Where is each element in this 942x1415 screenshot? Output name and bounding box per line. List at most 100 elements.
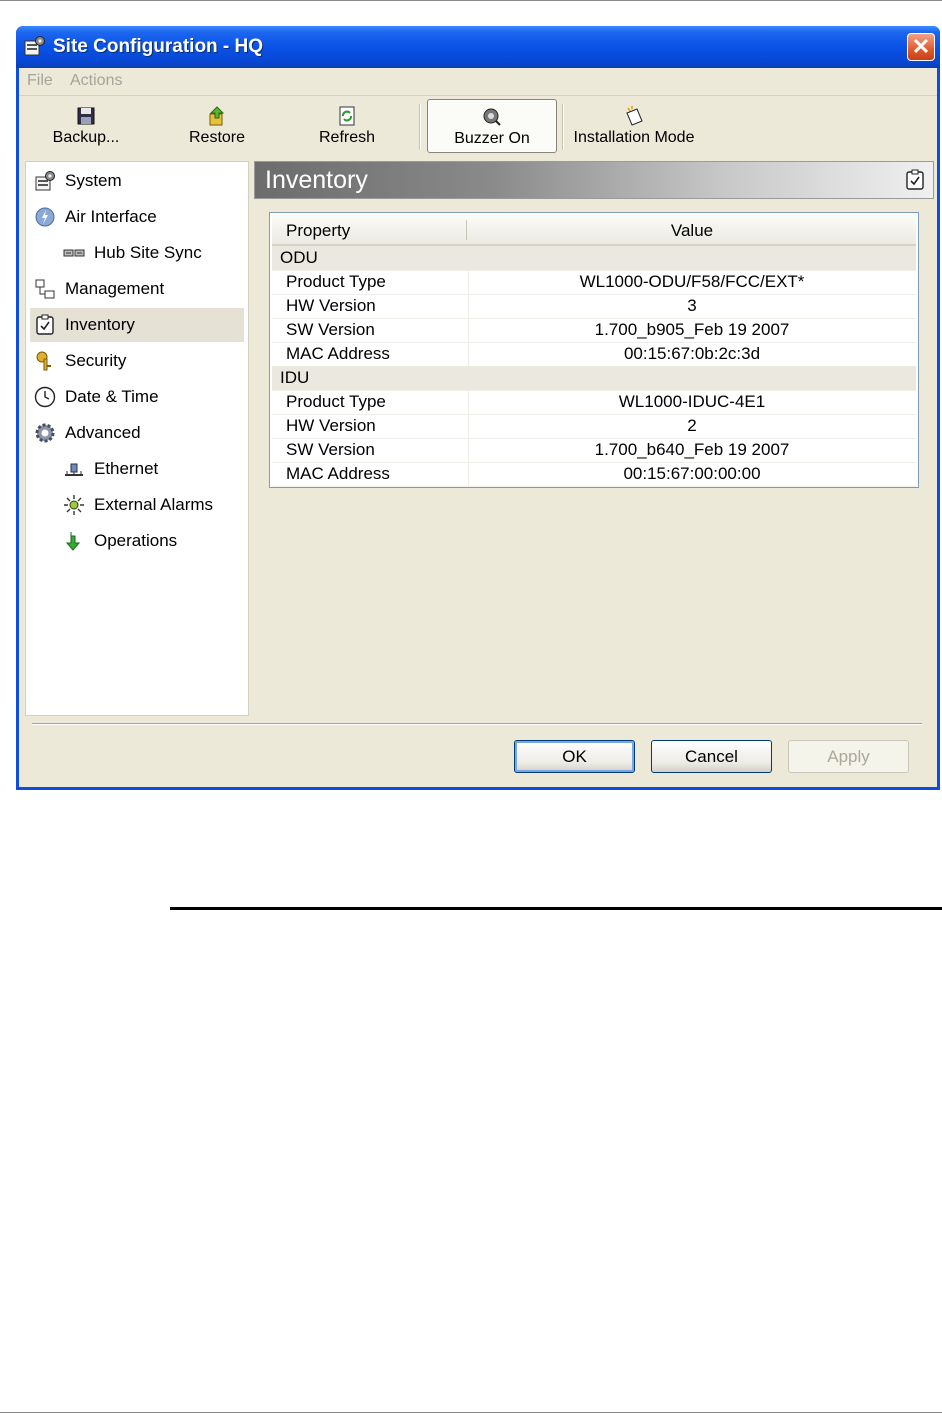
sidebar-item-hub-site-sync[interactable]: Hub Site Sync xyxy=(63,236,243,270)
page-bottom-rule xyxy=(0,1412,942,1413)
refresh-icon xyxy=(339,106,355,126)
hub-sync-icon xyxy=(63,249,85,257)
column-header-property[interactable]: Property xyxy=(286,221,350,241)
menu-actions[interactable]: Actions xyxy=(70,72,122,90)
restore-button[interactable]: Restore xyxy=(177,99,257,153)
installation-mode-label: Installation Mode xyxy=(573,129,695,146)
apply-button[interactable]: Apply xyxy=(788,740,909,773)
ethernet-icon xyxy=(65,463,83,476)
backup-label: Backup... xyxy=(52,129,120,146)
sidebar-item-label: Date & Time xyxy=(65,387,159,406)
table-row[interactable]: Product Type WL1000-IDUC-4E1 xyxy=(272,390,916,415)
clock-icon xyxy=(34,386,56,408)
operations-icon xyxy=(65,532,81,551)
table-row[interactable]: SW Version 1.700_b905_Feb 19 2007 xyxy=(272,318,916,343)
installation-mode-button[interactable]: Installation Mode xyxy=(569,99,699,153)
property-cell: Product Type xyxy=(286,272,386,291)
toolbar-separator xyxy=(419,104,421,150)
sidebar-item-inventory[interactable]: Inventory xyxy=(30,308,244,342)
restore-icon xyxy=(209,106,225,126)
table-row[interactable]: HW Version 3 xyxy=(272,294,916,319)
alarm-icon xyxy=(64,495,84,515)
buzzer-button[interactable]: Buzzer On xyxy=(427,99,557,153)
value-cell: 2 xyxy=(687,416,697,435)
sidebar-item-label: Security xyxy=(65,351,127,370)
restore-label: Restore xyxy=(188,129,246,146)
group-name: ODU xyxy=(280,248,318,267)
sidebar-item-air-interface[interactable]: Air Interface xyxy=(34,200,244,234)
sidebar-item-operations[interactable]: Operations xyxy=(63,524,243,558)
value-cell: 1.700_b905_Feb 19 2007 xyxy=(594,320,790,339)
air-interface-icon xyxy=(35,207,55,227)
property-cell: MAC Address xyxy=(286,344,390,363)
sidebar-item-label: Management xyxy=(65,279,165,298)
sidebar-item-security[interactable]: Security xyxy=(34,344,244,378)
table-group-row[interactable]: ODU xyxy=(272,246,916,271)
sidebar-item-label: Ethernet xyxy=(94,459,159,478)
backup-button[interactable]: Backup... xyxy=(41,99,131,153)
ok-button[interactable]: OK xyxy=(514,740,635,773)
inventory-icon xyxy=(36,314,54,335)
column-divider[interactable] xyxy=(466,220,467,240)
table-row[interactable]: MAC Address 00:15:67:0b:2c:3d xyxy=(272,342,916,367)
table-row[interactable]: HW Version 2 xyxy=(272,414,916,439)
value-cell: 1.700_b640_Feb 19 2007 xyxy=(594,440,790,459)
close-button[interactable]: ✕ xyxy=(907,33,935,61)
table-header: Property Value xyxy=(272,215,916,246)
inventory-table: Property Value ODU Product Type WL1000-O… xyxy=(269,212,919,488)
sidebar-item-ethernet[interactable]: Ethernet xyxy=(63,452,243,486)
window-client: File Actions Backup... Restore Refresh B… xyxy=(19,68,937,787)
window-title: Site Configuration - HQ xyxy=(53,36,264,57)
property-cell: SW Version xyxy=(286,320,375,339)
table-row[interactable]: MAC Address 00:15:67:00:00:00 xyxy=(272,462,916,487)
buzzer-icon xyxy=(483,108,501,126)
refresh-button[interactable]: Refresh xyxy=(307,99,387,153)
group-name: IDU xyxy=(280,368,310,387)
site-configuration-window: Site Configuration - HQ ✕ File Actions B… xyxy=(16,26,940,790)
sidebar-item-label: External Alarms xyxy=(94,495,214,514)
page-top-rule xyxy=(0,0,942,1)
sidebar-item-label: Operations xyxy=(94,531,178,550)
sidebar-item-system[interactable]: System xyxy=(34,164,244,198)
floppy-icon xyxy=(77,107,95,125)
system-icon xyxy=(35,171,55,191)
management-icon xyxy=(35,279,55,299)
table-row[interactable]: Product Type WL1000-ODU/F58/FCC/EXT* xyxy=(272,270,916,295)
title-bar[interactable]: Site Configuration - HQ ✕ xyxy=(16,26,940,68)
sidebar-item-label: Hub Site Sync xyxy=(94,243,202,262)
column-header-value[interactable]: Value xyxy=(468,221,916,241)
table-group-row[interactable]: IDU xyxy=(272,366,916,391)
sidebar-nav: System Air Interface Hub Site Sync Manag… xyxy=(25,161,249,716)
refresh-label: Refresh xyxy=(318,129,376,146)
toolbar-separator xyxy=(562,104,564,150)
sidebar-item-label: System xyxy=(65,171,122,190)
cancel-button[interactable]: Cancel xyxy=(651,740,772,773)
sidebar-item-label: Inventory xyxy=(65,315,135,334)
inventory-clipboard-icon xyxy=(906,169,924,190)
sidebar-item-external-alarms[interactable]: External Alarms xyxy=(63,488,243,522)
value-cell: 3 xyxy=(687,296,697,315)
site-config-icon xyxy=(24,36,45,56)
value-cell: 00:15:67:0b:2c:3d xyxy=(623,344,761,363)
installation-mode-icon xyxy=(626,106,643,126)
property-cell: HW Version xyxy=(286,416,376,435)
sidebar-item-label: Air Interface xyxy=(65,207,157,226)
value-cell: WL1000-IDUC-4E1 xyxy=(618,392,766,411)
property-cell: MAC Address xyxy=(286,464,390,483)
property-cell: SW Version xyxy=(286,440,375,459)
sidebar-item-date-time[interactable]: Date & Time xyxy=(34,380,244,414)
security-icon xyxy=(36,351,51,371)
table-row[interactable]: SW Version 1.700_b640_Feb 19 2007 xyxy=(272,438,916,463)
value-cell: WL1000-ODU/F58/FCC/EXT* xyxy=(579,272,805,291)
menu-bar: File Actions xyxy=(19,68,937,96)
sidebar-item-management[interactable]: Management xyxy=(34,272,244,306)
gear-icon xyxy=(35,423,55,443)
button-bar-divider xyxy=(32,723,922,725)
panel-header: Inventory xyxy=(254,161,934,199)
section-divider xyxy=(170,907,942,910)
menu-file[interactable]: File xyxy=(27,72,53,90)
value-cell: 00:15:67:00:00:00 xyxy=(623,464,761,483)
property-cell: Product Type xyxy=(286,392,386,411)
panel-title: Inventory xyxy=(265,166,368,194)
sidebar-item-advanced[interactable]: Advanced xyxy=(34,416,244,450)
